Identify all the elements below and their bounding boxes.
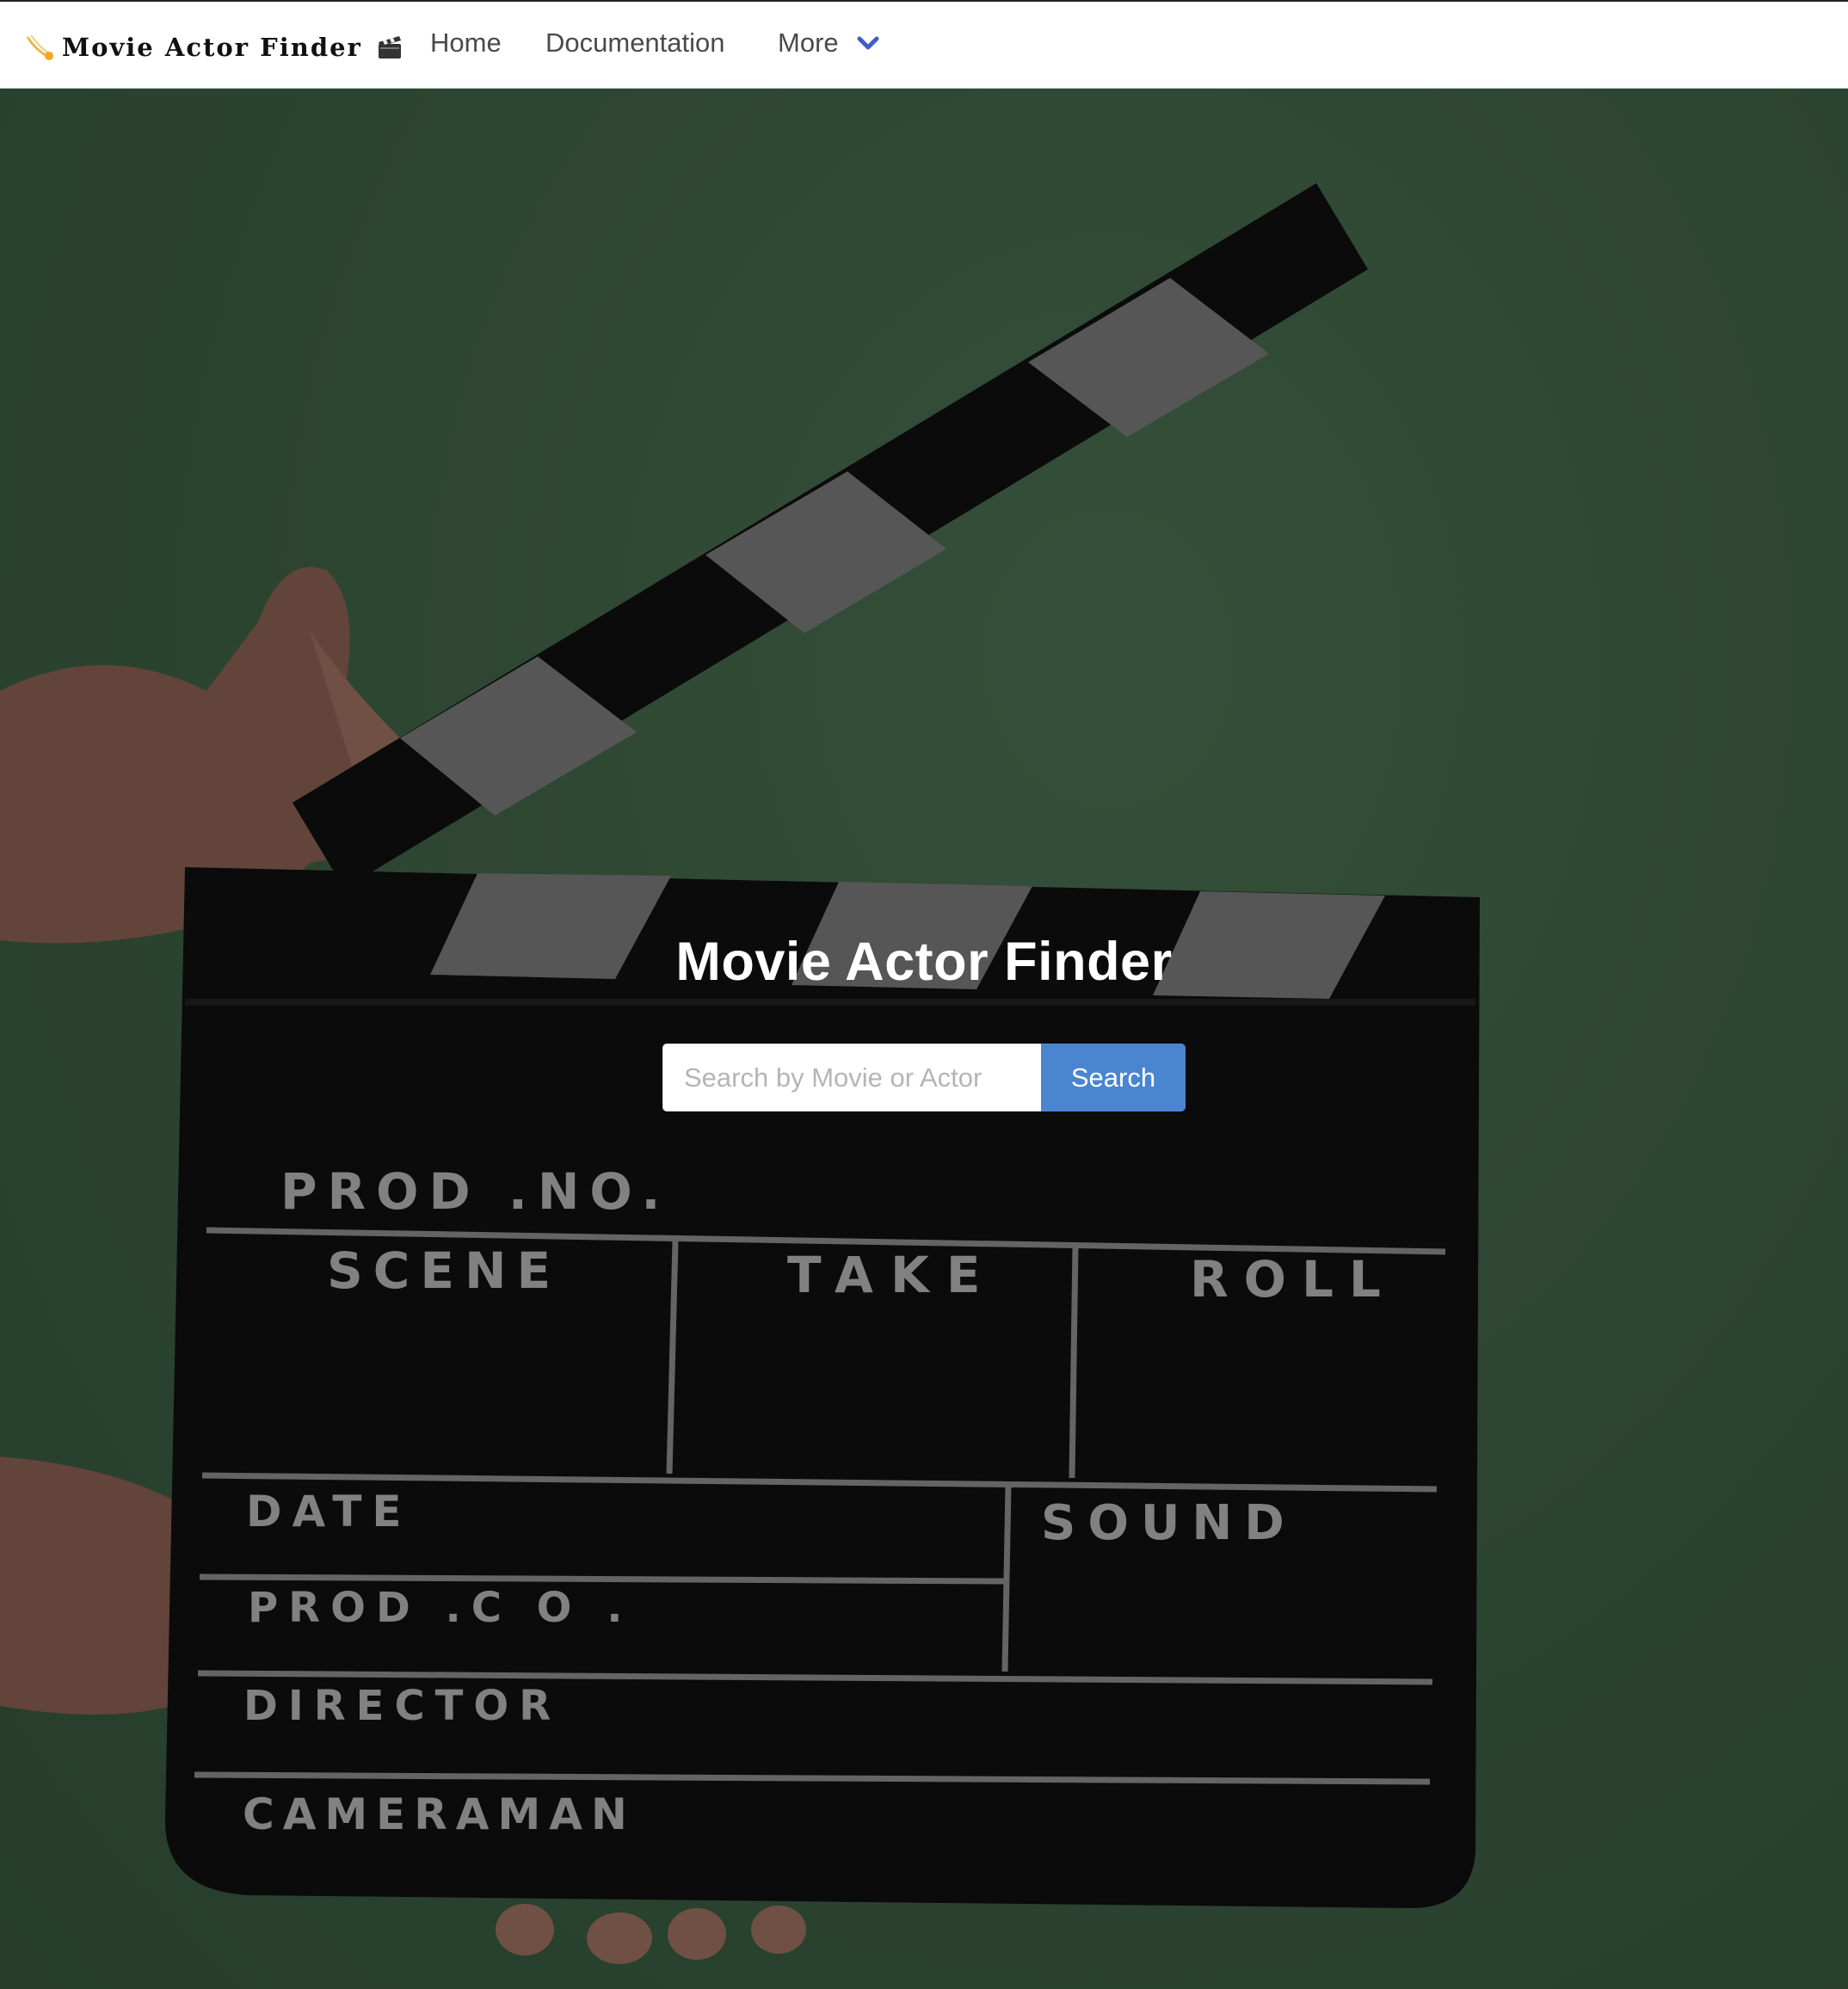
hero-title: Movie Actor Finder xyxy=(675,932,1173,992)
nav-home-link[interactable]: Home xyxy=(430,28,502,58)
nav-documentation-link[interactable]: Documentation xyxy=(545,28,725,58)
chevron-down-icon xyxy=(857,36,879,50)
brand-logo[interactable]: Movie Actor Finder xyxy=(24,28,403,66)
nav-more-label: More xyxy=(778,28,839,58)
search-form: Search xyxy=(662,1044,1186,1112)
search-input[interactable] xyxy=(662,1044,1041,1112)
brand-name: Movie Actor Finder xyxy=(62,33,362,62)
hero-dark-overlay xyxy=(0,89,1848,1989)
nav-documentation-label: Documentation xyxy=(545,28,725,58)
comet-icon xyxy=(26,34,53,60)
search-button[interactable]: Search xyxy=(1041,1044,1186,1112)
nav-more-dropdown[interactable]: More xyxy=(778,28,880,58)
top-navbar: Movie Actor Finder Home Documentation Mo… xyxy=(0,0,1848,89)
hero-section: PROD .NO. SCENE TAKE ROLL DATE SOUND PRO… xyxy=(0,89,1848,1989)
nav-home-label: Home xyxy=(430,28,502,58)
clapper-board-icon xyxy=(378,36,401,58)
